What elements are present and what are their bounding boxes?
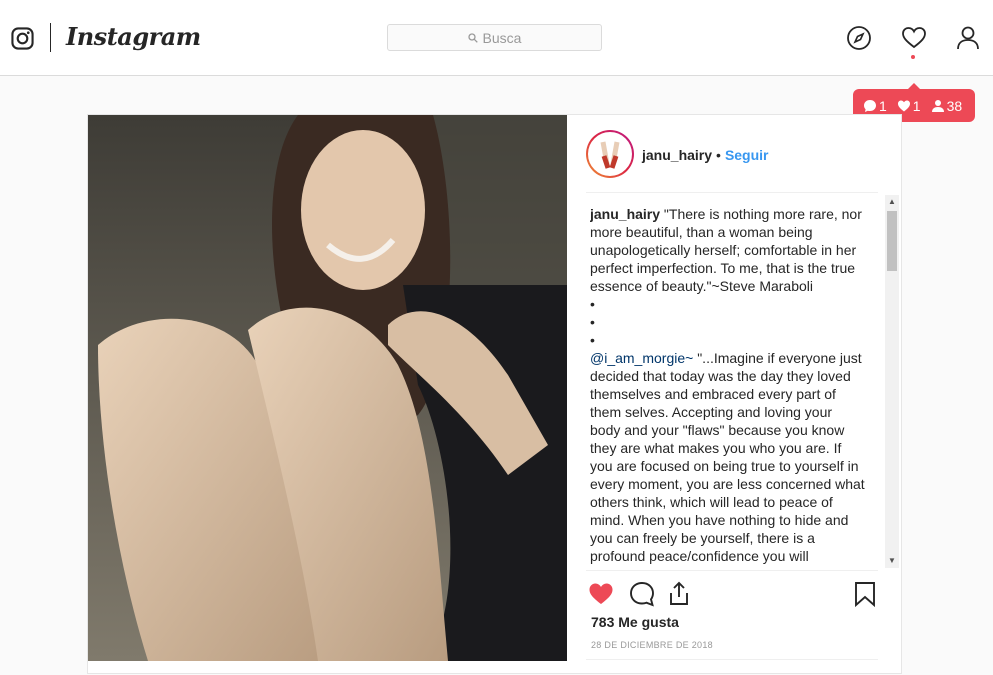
caption-quote-paragraph: @i_am_morgie~ "...Imagine if everyone ju… [590, 349, 865, 565]
post-date[interactable]: 28 DE DICIEMBRE DE 2018 [591, 640, 713, 650]
caption-scrollbar[interactable]: ▲ ▼ [885, 195, 899, 568]
post-header: janu_hairy • Seguir [586, 129, 878, 193]
search-icon [467, 32, 478, 43]
heart-icon[interactable] [901, 25, 927, 51]
scroll-up-arrow-icon[interactable]: ▲ [885, 195, 899, 209]
caption-scroll-area[interactable]: janu_hairy "There is nothing more rare, … [590, 205, 865, 568]
caption-bullet: • [590, 296, 595, 312]
comment-bubble-icon [864, 99, 876, 112]
compass-icon[interactable] [846, 25, 872, 51]
post-sidebar: janu_hairy • Seguir janu_hairy "There is… [567, 115, 902, 675]
activity-indicator-dot [911, 55, 915, 59]
story-ring[interactable] [586, 129, 634, 178]
caption-bullet: • [590, 314, 595, 330]
like-heart-filled-icon[interactable] [588, 581, 614, 607]
caption-bullet: • [590, 332, 595, 348]
instagram-wordmark[interactable]: Instagram [66, 22, 201, 51]
avatar-image [590, 133, 630, 174]
comment-notification: 1 [863, 98, 887, 114]
share-icon[interactable] [666, 581, 692, 607]
person-icon [931, 99, 944, 112]
separator-dot: • [716, 146, 721, 163]
follow-button[interactable]: Seguir [725, 147, 769, 163]
logo-divider [50, 23, 51, 52]
caption-paragraph: janu_hairy "There is nothing more rare, … [590, 205, 865, 295]
scrollbar-thumb[interactable] [887, 211, 897, 271]
post-actions-bar [586, 570, 878, 620]
post-card: janu_hairy • Seguir janu_hairy "There is… [87, 114, 902, 674]
mention-link[interactable]: @i_am_morgie~ [590, 350, 693, 366]
post-username[interactable]: janu_hairy [642, 147, 712, 163]
search-placeholder: Busca [482, 29, 522, 46]
follow-notification: 38 [931, 97, 963, 114]
profile-icon[interactable] [955, 25, 981, 51]
bookmark-icon[interactable] [852, 581, 878, 607]
like-count: 1 [912, 97, 921, 114]
scroll-down-arrow-icon[interactable]: ▼ [885, 554, 899, 568]
caption-quote: "...Imagine if everyone just decided tha… [590, 350, 865, 564]
caption-author[interactable]: janu_hairy [590, 206, 660, 222]
like-notification: 1 [897, 98, 921, 114]
post-photo[interactable] [88, 115, 567, 661]
top-navigation-bar: Instagram Busca [0, 0, 993, 76]
follow-count: 38 [946, 97, 963, 114]
avatar[interactable] [588, 131, 632, 176]
post-photo-image [88, 115, 567, 661]
heart-filled-icon [897, 100, 910, 111]
likes-count[interactable]: 783 Me gusta [591, 614, 679, 630]
comment-icon[interactable] [629, 581, 655, 607]
comment-count: 1 [879, 97, 887, 114]
search-input[interactable]: Busca [387, 24, 602, 51]
instagram-camera-icon[interactable] [11, 27, 34, 50]
